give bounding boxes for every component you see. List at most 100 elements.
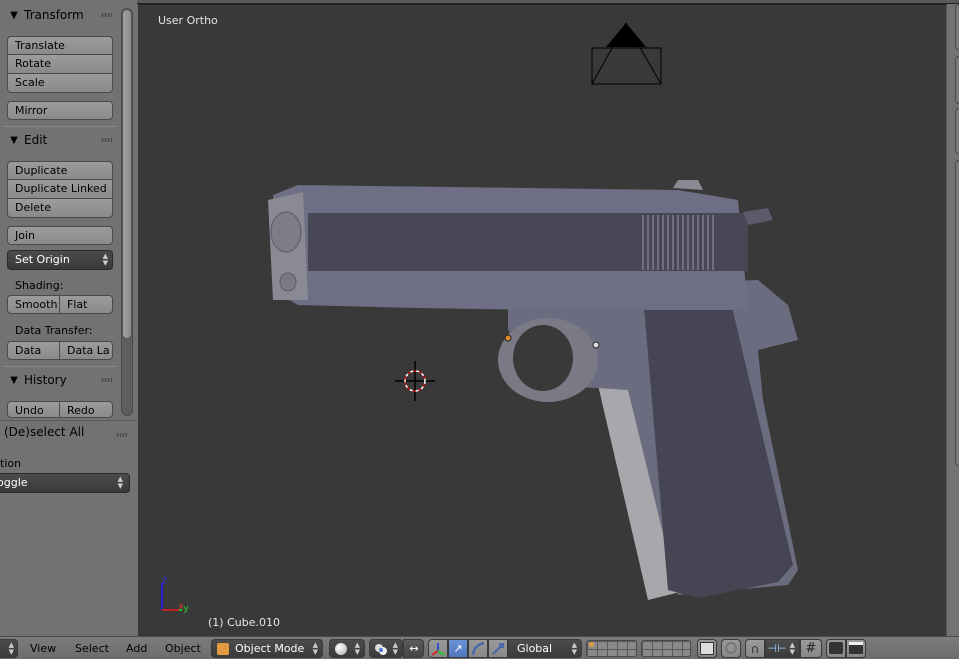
menu-object[interactable]: Object xyxy=(165,642,201,655)
scrollbar-thumb[interactable] xyxy=(122,9,132,339)
updown-arrows-icon: ▲ ▼ xyxy=(354,641,360,656)
undo-button[interactable]: Undo xyxy=(7,401,60,418)
scale-button[interactable]: Scale xyxy=(7,74,113,93)
properties-region-edge[interactable] xyxy=(946,4,959,636)
operator-title: (De)select All xyxy=(4,425,85,439)
region-tab[interactable] xyxy=(955,4,959,50)
snap-target-icon: # xyxy=(805,641,817,656)
render-animation-icon xyxy=(849,642,863,654)
drag-grip-icon[interactable] xyxy=(116,433,127,437)
translate-button[interactable]: Translate xyxy=(7,36,113,55)
toolshelf-scrollbar[interactable] xyxy=(121,8,133,416)
scale-manipulator-icon xyxy=(490,641,506,656)
data-transfer-button[interactable]: Data xyxy=(7,341,60,360)
updown-arrows-icon: ▲ ▼ xyxy=(102,252,108,267)
editor-type-dropdown[interactable]: ▲ ▼ xyxy=(0,639,18,658)
trigger-guard-opening xyxy=(513,325,573,391)
collapse-triangle-icon: ▼ xyxy=(10,374,18,386)
origin-point[interactable] xyxy=(592,341,600,349)
camera-object[interactable] xyxy=(588,21,664,87)
camera-edge xyxy=(591,22,627,85)
manipulator-toggle[interactable] xyxy=(428,639,448,658)
z-axis-label: z xyxy=(162,575,167,586)
updown-arrows-icon: ▲ ▼ xyxy=(117,475,123,490)
region-tab[interactable] xyxy=(955,56,959,104)
scale-manipulator-button[interactable] xyxy=(488,639,508,658)
rotate-button[interactable]: Rotate xyxy=(7,55,113,74)
set-origin-label: Set Origin xyxy=(15,253,70,266)
tool-shelf: ▼ Transform Translate Rotate Scale Mirro… xyxy=(0,0,137,636)
rear-sight xyxy=(673,180,703,190)
snap-toggle-button[interactable]: ∩ xyxy=(745,639,765,658)
manipulator-toggle-button[interactable]: ↔ xyxy=(403,639,424,658)
smooth-shading-button[interactable]: Smooth xyxy=(7,295,60,314)
drag-grip-icon[interactable] xyxy=(101,138,112,142)
snap-target-button[interactable]: # xyxy=(800,639,822,658)
updown-arrows-icon: ▲ ▼ xyxy=(312,641,318,656)
panel-title: Transform xyxy=(24,8,84,22)
view-label: User Ortho xyxy=(158,14,218,27)
updown-arrows-icon: ▲ ▼ xyxy=(392,641,398,656)
panel-header-transform[interactable]: ▼ Transform xyxy=(0,4,118,26)
shading-label: Shading: xyxy=(15,279,64,292)
duplicate-linked-button[interactable]: Duplicate Linked xyxy=(7,180,113,199)
panel-title: History xyxy=(24,373,67,387)
object-origin-point[interactable] xyxy=(504,334,512,342)
proportional-edit-button[interactable] xyxy=(721,639,741,658)
collapse-triangle-icon: ▼ xyxy=(10,9,18,21)
render-animation-button[interactable] xyxy=(846,639,866,658)
layers-grid-right[interactable] xyxy=(641,640,691,657)
panel-divider xyxy=(4,126,116,127)
translate-manipulator-button[interactable]: ↗ xyxy=(448,639,468,658)
render-opengl-icon xyxy=(829,642,843,654)
redo-button[interactable]: Redo xyxy=(59,401,113,418)
set-origin-dropdown[interactable]: Set Origin ▲ ▼ xyxy=(7,250,113,270)
drag-grip-icon[interactable] xyxy=(101,13,112,17)
manipulator-toggle-icon: ↔ xyxy=(409,642,419,655)
panel-header-edit[interactable]: ▼ Edit xyxy=(0,129,118,151)
region-tab[interactable] xyxy=(955,108,959,154)
mode-dropdown[interactable]: Object Mode ▲ ▼ xyxy=(211,639,323,658)
viewport-shading-dropdown[interactable]: ▲ ▼ xyxy=(329,639,365,658)
drag-grip-icon[interactable] xyxy=(101,378,112,382)
hammer xyxy=(743,208,773,225)
object-mode-cube-icon xyxy=(217,643,229,655)
rotate-manipulator-button[interactable] xyxy=(468,639,488,658)
join-button[interactable]: Join xyxy=(7,226,113,245)
mode-label: Object Mode xyxy=(235,642,305,655)
updown-arrows-icon: ▲ ▼ xyxy=(789,641,795,656)
viewport-shading-icon xyxy=(335,643,347,655)
3d-viewport[interactable]: User Ortho z x y (1) Cube.010 xyxy=(138,4,946,636)
axis-gizmo: z x y xyxy=(161,575,189,614)
duplicate-button[interactable]: Duplicate xyxy=(7,161,113,180)
pivot-point-dropdown[interactable]: ▲ ▼ xyxy=(369,639,403,658)
lock-camera-layers-button[interactable] xyxy=(697,639,717,658)
lock-layers-icon xyxy=(700,642,714,655)
mirror-button[interactable]: Mirror xyxy=(7,101,113,120)
action-dropdown[interactable]: oggle ▲ ▼ xyxy=(0,473,130,493)
menu-select[interactable]: Select xyxy=(75,642,109,655)
camera-up-triangle xyxy=(606,23,646,47)
data-layout-button[interactable]: Data La xyxy=(59,341,113,360)
action-label: ction xyxy=(0,457,22,470)
snap-element-dropdown[interactable]: ⊣⊢ ▲ ▼ xyxy=(765,639,800,658)
pistol-model[interactable] xyxy=(258,170,818,610)
camera-edge xyxy=(625,22,662,85)
menu-add[interactable]: Add xyxy=(126,642,147,655)
panel-header-history[interactable]: ▼ History xyxy=(0,369,118,391)
data-transfer-label: Data Transfer: xyxy=(15,324,93,337)
panel-divider xyxy=(4,366,116,367)
delete-button[interactable]: Delete xyxy=(7,199,113,218)
transform-orientation-dropdown[interactable]: Global ▲ ▼ xyxy=(508,639,582,658)
menu-view[interactable]: View xyxy=(30,642,56,655)
3d-cursor[interactable] xyxy=(395,361,435,401)
active-object-label: (1) Cube.010 xyxy=(208,616,280,629)
render-opengl-button[interactable] xyxy=(826,639,846,658)
collapse-triangle-icon: ▼ xyxy=(10,134,18,146)
translate-manipulator-icon: ↗ xyxy=(453,642,463,655)
region-tab[interactable] xyxy=(955,160,959,466)
flat-shading-button[interactable]: Flat xyxy=(59,295,113,314)
recoil-plug xyxy=(279,272,297,292)
layers-grid-left[interactable] xyxy=(586,640,637,657)
slide-side xyxy=(308,213,748,271)
